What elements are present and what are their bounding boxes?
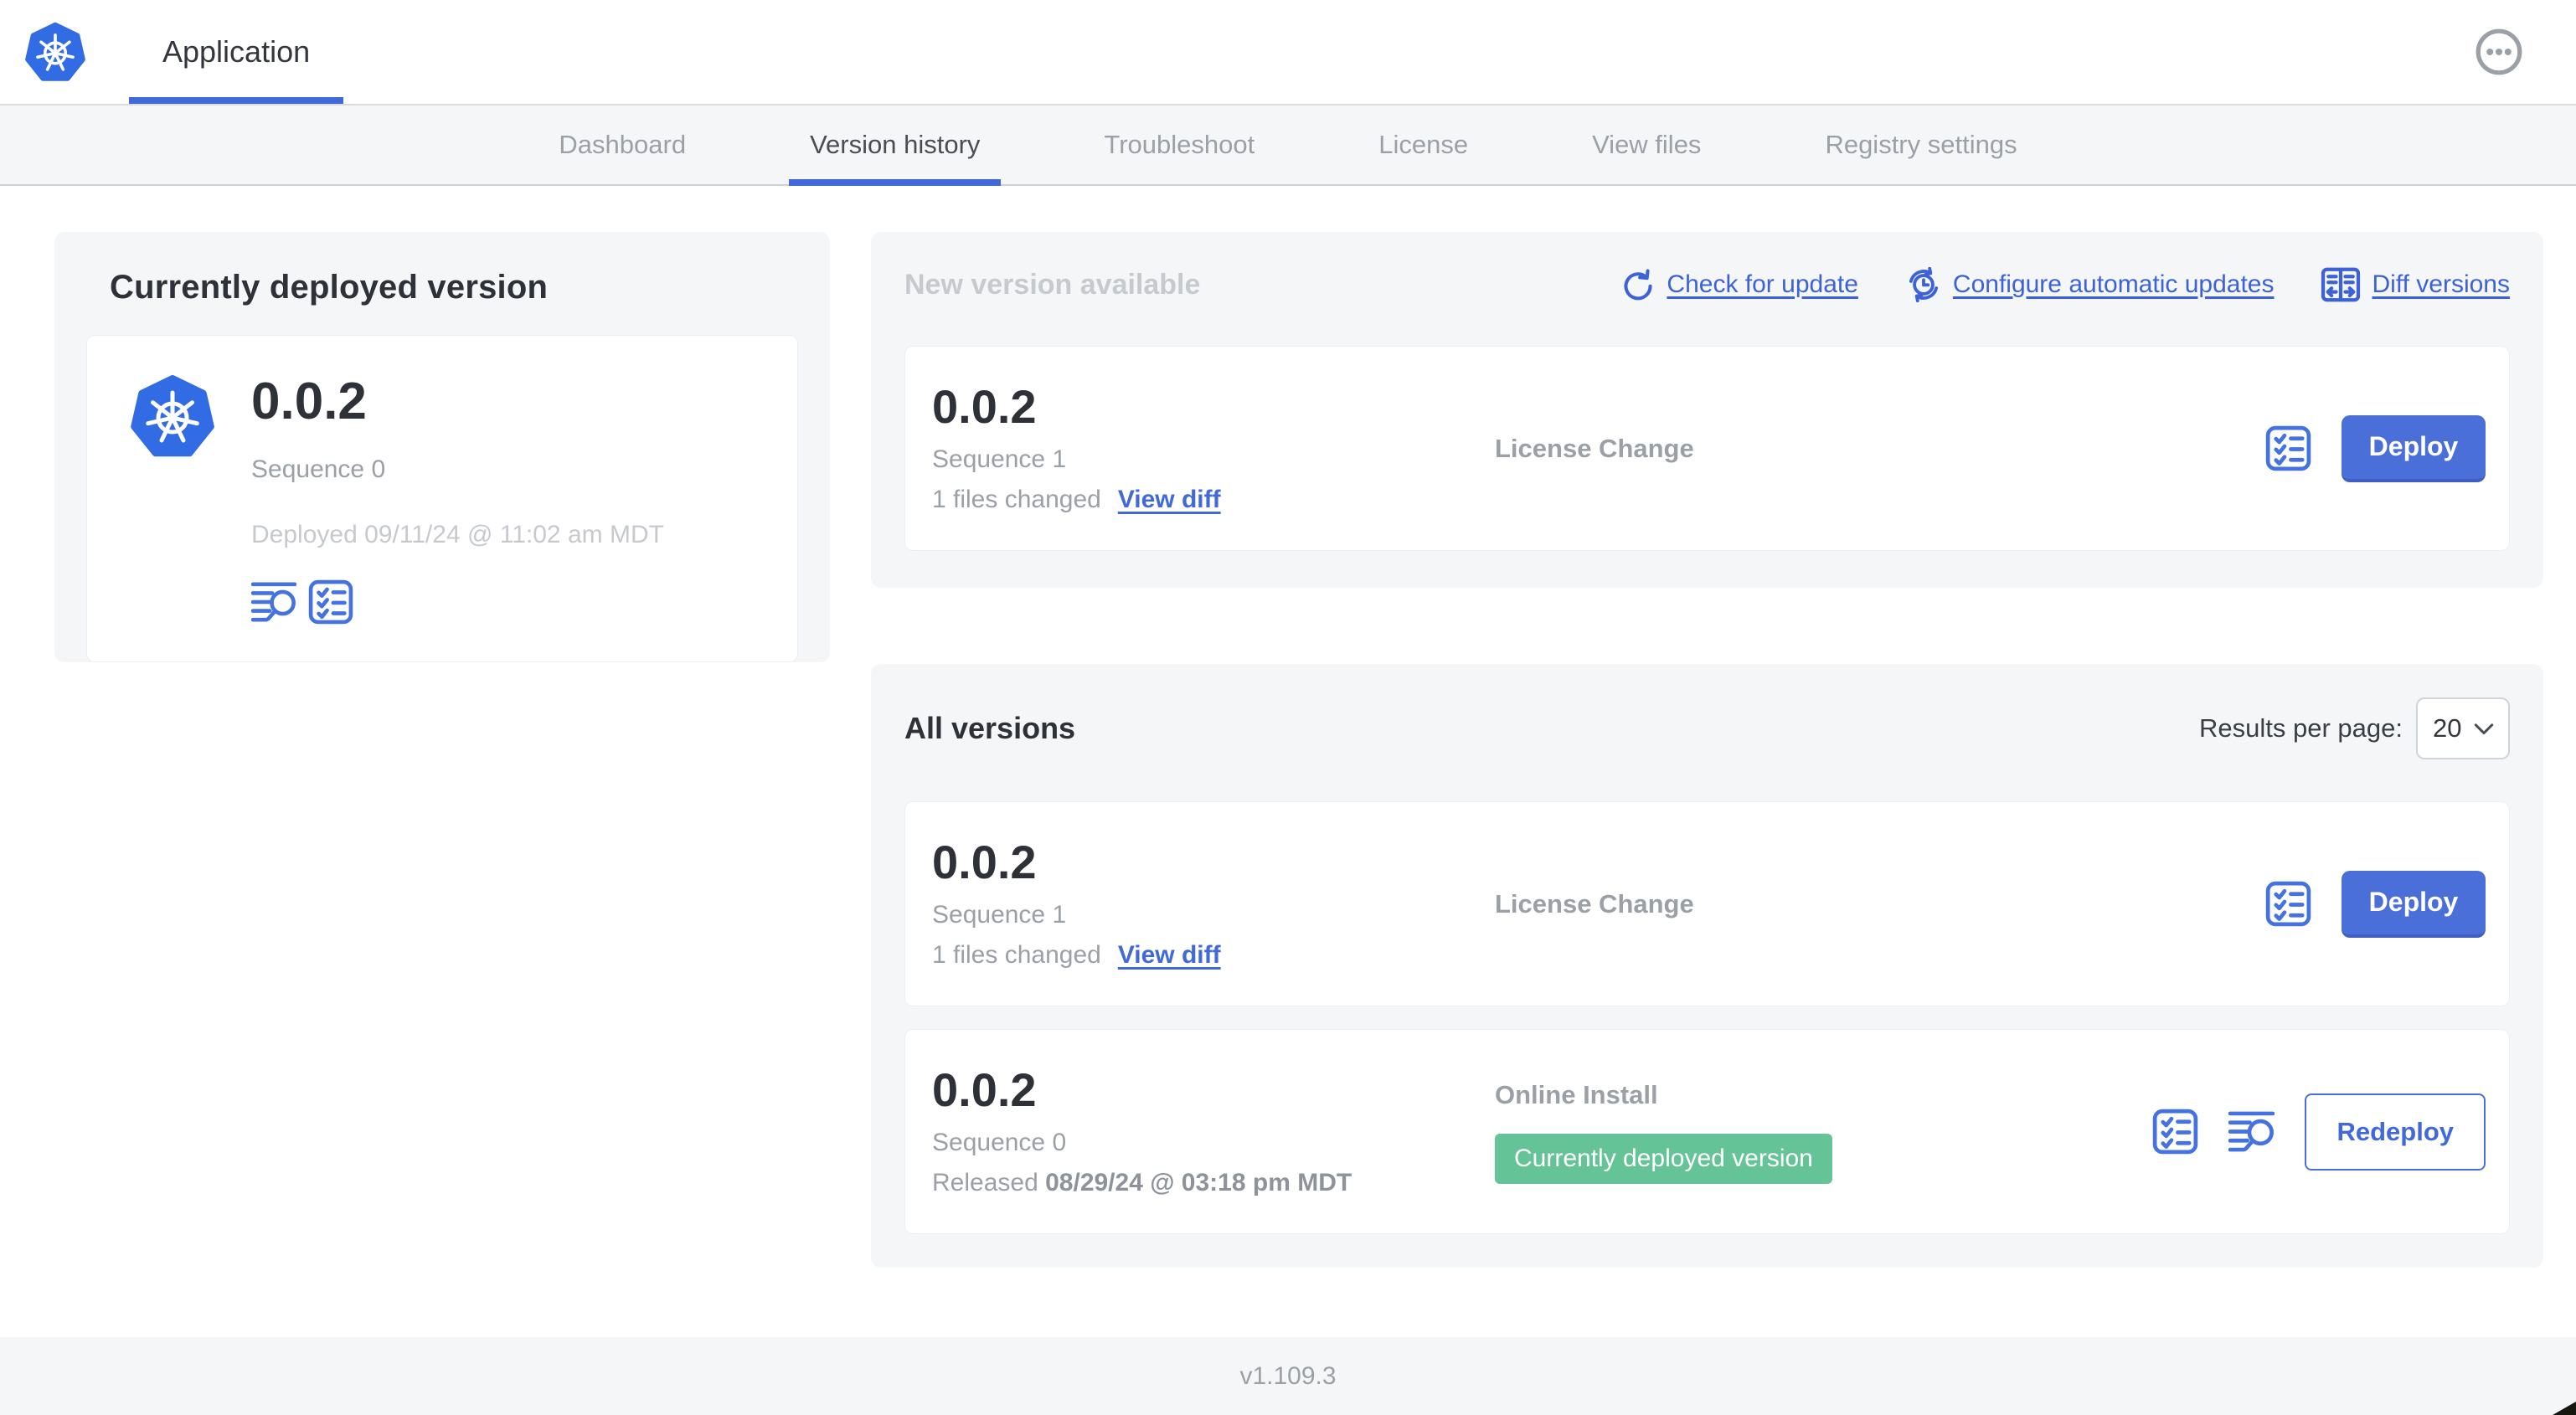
tab-version-history[interactable]: Version history [789,105,1002,186]
all-versions-title: All versions [904,711,1076,745]
main-content: Currently deployed version 0.0.2 Sequenc… [0,186,2576,1268]
preflight-checks-button[interactable] [2265,425,2311,471]
results-per-page-select[interactable]: 20 [2416,697,2510,759]
diff-icon [2321,265,2361,304]
tab-troubleshoot[interactable]: Troubleshoot [1083,105,1275,184]
view-logs-icon [251,581,296,623]
admin-console-version: v1.109.3 [1239,1361,1337,1390]
deployed-version-number: 0.0.2 [251,373,367,430]
overflow-menu-button[interactable] [2476,28,2522,75]
diff-versions-link[interactable]: Diff versions [2321,265,2510,304]
new-version-title: New version available [904,268,1201,301]
version-sequence: Sequence 1 [932,900,1067,929]
app-title: Application [162,34,311,69]
deployed-sequence: Sequence 0 [251,455,386,484]
new-version-row: 0.0.2 Sequence 1 1 files changed View di… [904,346,2510,551]
deploy-button[interactable]: Deploy [2342,870,2486,938]
files-changed-label: 1 files changed [932,485,1101,513]
new-version-card: New version available Check for update C… [871,232,2543,588]
currently-deployed-card: Currently deployed version 0.0.2 Sequenc… [54,232,830,663]
version-number: 0.0.2 [932,836,1037,889]
redeploy-button[interactable]: Redeploy [2305,1093,2486,1171]
auto-update-clock-icon [1909,266,1938,303]
preflight-checks-button[interactable] [308,579,353,625]
version-released-timestamp: Released 08/29/24 @ 03:18 pm MDT [932,1168,1352,1196]
tab-view-files[interactable]: View files [1571,105,1722,184]
version-row: 0.0.2 Sequence 0 Released 08/29/24 @ 03:… [904,1029,2510,1234]
version-source-label: Online Install [1495,1079,1658,1109]
tab-dashboard[interactable]: Dashboard [538,105,707,184]
version-number: 0.0.2 [932,380,1037,434]
app-header: Application [0,0,2576,104]
preflight-checks-button[interactable] [2265,881,2311,927]
version-number: 0.0.2 [932,1063,1037,1117]
view-diff-link[interactable]: View diff [1118,941,1221,970]
view-logs-button[interactable] [2228,1110,2275,1153]
currently-deployed-title: Currently deployed version [110,269,549,306]
deployed-version-panel: 0.0.2 Sequence 0 Deployed 09/11/24 @ 11:… [86,335,798,663]
results-per-page-label: Results per page: [2199,713,2403,743]
app-footer: v1.109.3 [0,1337,2576,1415]
version-sequence: Sequence 1 [932,445,1067,473]
preflight-checks-icon [2152,1109,2198,1155]
tab-license[interactable]: License [1358,105,1489,184]
version-source-label: License Change [1495,433,1694,463]
app-tab-active-underline [129,97,344,104]
version-sequence: Sequence 0 [932,1128,1067,1156]
chevron-down-icon [2474,723,2494,735]
main-nav: Dashboard Version history Troubleshoot L… [0,104,2576,186]
view-diff-link[interactable]: View diff [1118,486,1221,514]
preflight-checks-icon [2265,881,2311,927]
configure-automatic-updates-link[interactable]: Configure automatic updates [1905,266,2274,303]
kubernetes-logo [25,22,85,82]
ellipsis-circle-icon [2476,28,2522,75]
kubernetes-logo [131,374,214,458]
view-logs-icon [2228,1110,2275,1153]
preflight-checks-icon [308,579,353,625]
view-logs-button[interactable] [251,581,296,623]
app-title-tab[interactable]: Application [129,0,344,104]
deployed-timestamp: Deployed 09/11/24 @ 11:02 am MDT [251,521,664,549]
version-source-label: License Change [1495,888,1694,918]
preflight-checks-button[interactable] [2152,1109,2198,1155]
preflight-checks-icon [2265,425,2311,471]
currently-deployed-badge: Currently deployed version [1495,1133,1832,1184]
results-per-page-value: 20 [2433,713,2462,743]
files-changed-label: 1 files changed [932,940,1101,969]
tab-registry-settings[interactable]: Registry settings [1804,105,2038,184]
right-column: New version available Check for update C… [871,232,2543,1268]
refresh-icon [1620,267,1656,302]
version-row: 0.0.2 Sequence 1 1 files changed View di… [904,801,2510,1006]
deploy-button[interactable]: Deploy [2342,414,2486,482]
all-versions-card: All versions Results per page: 20 0.0.2 … [871,664,2543,1268]
check-for-update-link[interactable]: Check for update [1620,267,1858,302]
